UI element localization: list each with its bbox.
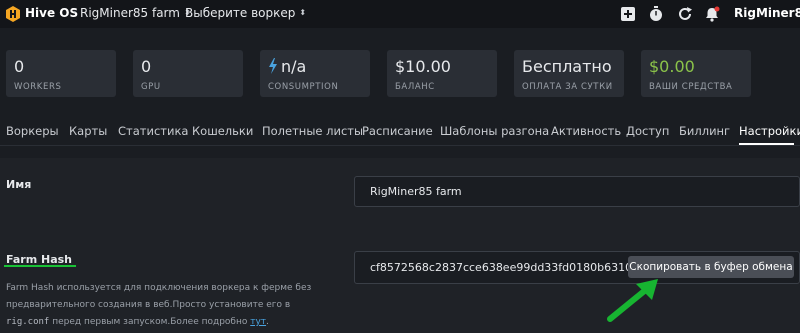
farm-name-value: RigMiner85 farm	[370, 185, 462, 198]
stat-value: Бесплатно	[522, 56, 612, 76]
stopwatch-icon[interactable]	[648, 6, 664, 22]
top-bar: Hive OS · RigMiner85 farm ⬍ · Выберите в…	[0, 0, 800, 28]
stat-value: $0.00	[649, 56, 695, 76]
updown-icon: ⬍	[299, 8, 307, 17]
worker-selector[interactable]: Выберите воркер ⬍	[185, 6, 306, 20]
tab-workers[interactable]: Воркеры	[6, 124, 59, 138]
tab-activity[interactable]: Активность	[551, 124, 621, 138]
farm-hash-help-text: Farm Hash используется для подключения в…	[6, 280, 324, 331]
stat-label: WORKERS	[14, 82, 62, 92]
active-tab-indicator	[739, 143, 794, 145]
stat-card-balance: $10.00 БАЛАНС	[387, 50, 497, 97]
stat-value: 0	[141, 56, 152, 76]
farm-selector[interactable]: RigMiner85 farm ⬍	[80, 6, 191, 20]
farm-name-input[interactable]: RigMiner85 farm	[354, 176, 800, 207]
stat-card-gpu: 0 GPU	[133, 50, 243, 97]
stat-label: GPU	[141, 82, 161, 92]
help-text-part2: перед первым запуском.Более подробно	[49, 317, 251, 327]
tab-cards[interactable]: Карты	[69, 124, 107, 138]
stat-card-consumption: n/a CONSUMPTION	[260, 50, 370, 97]
help-text-part1: Farm Hash используется для подключения в…	[6, 283, 312, 310]
tab-wallets[interactable]: Кошельки	[192, 124, 253, 138]
lightning-icon	[269, 58, 277, 74]
stat-label: CONSUMPTION	[268, 82, 339, 92]
separator-dot: ·	[73, 5, 77, 19]
tabs-divider	[0, 145, 800, 146]
stat-label: БАЛАНС	[395, 82, 435, 92]
farm-tabs: Воркеры Карты Статистика Кошельки Полетн…	[0, 117, 800, 147]
rig-conf-code: rig.conf	[6, 317, 50, 327]
brand-name[interactable]: Hive OS	[25, 6, 78, 20]
stat-label: ОПЛАТА ЗА СУТКИ	[522, 82, 613, 92]
tab-oc-templates[interactable]: Шаблоны разгона	[440, 124, 549, 138]
tab-access[interactable]: Доступ	[626, 124, 669, 138]
tab-statistics[interactable]: Статистика	[118, 124, 188, 138]
stat-value: n/a	[281, 56, 307, 76]
bell-icon[interactable]	[704, 6, 720, 22]
plus-icon[interactable]	[620, 6, 636, 22]
stat-label: ВАШИ СРЕДСТВА	[649, 82, 733, 92]
name-label: Имя	[6, 178, 32, 191]
farm-hash-highlight	[4, 265, 76, 267]
stat-card-your-funds: $0.00 ВАШИ СРЕДСТВА	[641, 50, 751, 97]
user-menu[interactable]: RigMiner85	[734, 6, 800, 20]
help-more-link[interactable]: тут	[250, 317, 266, 327]
stat-card-workers: 0 WORKERS	[6, 50, 116, 97]
stat-value: 0	[14, 56, 25, 76]
farm-hash-value: cf8572568c2837cce638ee99dd33fd0180b63101	[370, 261, 640, 274]
farm-selector-label: RigMiner85 farm	[80, 6, 180, 20]
green-arrow-annotation	[607, 279, 658, 322]
stat-value-row: n/a	[268, 56, 362, 76]
tab-settings[interactable]: Настройки	[739, 124, 800, 138]
worker-selector-label: Выберите воркер	[185, 6, 296, 20]
help-text-end: .	[266, 317, 269, 327]
stat-card-daily-fee: Бесплатно ОПЛАТА ЗА СУТКИ	[514, 50, 624, 97]
refresh-icon[interactable]	[677, 6, 693, 22]
tab-flight-sheets[interactable]: Полетные листы	[262, 124, 363, 138]
separator-dot: ·	[176, 5, 180, 19]
stat-value: $10.00	[395, 56, 451, 76]
hiveos-logo-icon[interactable]	[6, 6, 20, 22]
tab-billing[interactable]: Биллинг	[679, 124, 730, 138]
tab-schedule[interactable]: Расписание	[362, 124, 433, 138]
